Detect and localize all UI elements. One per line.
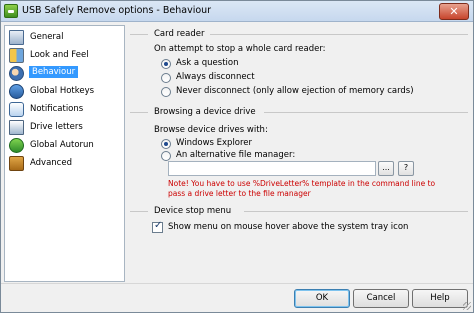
- radio-label: Never disconnect (only allow ejection of…: [176, 86, 414, 96]
- browsing-heading: Browsing a device drive: [154, 107, 262, 117]
- sidebar-item-behaviour[interactable]: Behaviour: [7, 65, 122, 82]
- hotkeys-icon: [9, 84, 24, 99]
- behaviour-icon: [9, 66, 24, 81]
- sidebar-item-look-and-feel[interactable]: Look and Feel: [7, 47, 122, 64]
- autorun-icon: [9, 138, 24, 153]
- look-and-feel-icon: [9, 48, 24, 63]
- drive-letter-note: Note! You have to use %DriveLetter% temp…: [168, 179, 436, 198]
- help-button[interactable]: Help: [412, 289, 468, 308]
- sidebar-item-global-autorun[interactable]: Global Autorun: [7, 137, 122, 154]
- drive-letters-icon: [9, 120, 24, 135]
- options-window: USB Safely Remove options - Behaviour ✕ …: [0, 0, 474, 313]
- advanced-icon: [9, 156, 24, 171]
- sidebar-item-global-hotkeys[interactable]: Global Hotkeys: [7, 83, 122, 100]
- notifications-icon: [9, 102, 24, 117]
- sidebar-item-label: Global Hotkeys: [30, 86, 95, 96]
- sidebar-item-label: Global Autorun: [30, 140, 94, 150]
- browsing-prompt: Browse device drives with:: [154, 125, 268, 135]
- sidebar-item-label: Look and Feel: [30, 50, 89, 60]
- divider: [210, 34, 468, 35]
- checkbox-label: Show menu on mouse hover above the syste…: [168, 222, 409, 232]
- radio-indicator[interactable]: [161, 151, 171, 161]
- checkbox-indicator[interactable]: ✓: [152, 220, 163, 233]
- divider: [244, 211, 468, 212]
- radio-indicator[interactable]: [161, 87, 171, 97]
- title-bar[interactable]: USB Safely Remove options - Behaviour ✕: [1, 1, 473, 22]
- radio-indicator[interactable]: [161, 59, 171, 69]
- browsing-group-header: Browsing a device drive: [130, 107, 468, 119]
- help-question-button[interactable]: ?: [398, 161, 414, 176]
- general-icon: [9, 30, 24, 45]
- window-title: USB Safely Remove options - Behaviour: [22, 5, 212, 16]
- resize-grip-icon[interactable]: [463, 302, 471, 310]
- sidebar-item-advanced[interactable]: Advanced: [7, 155, 122, 172]
- cancel-button[interactable]: Cancel: [353, 289, 409, 308]
- device-stop-menu-group-header: Device stop menu: [130, 206, 468, 218]
- sidebar-item-label: Advanced: [30, 158, 72, 168]
- device-stop-menu-heading: Device stop menu: [154, 206, 238, 216]
- check-mark-icon: ✓: [154, 220, 163, 231]
- ok-button[interactable]: OK: [294, 289, 350, 308]
- card-reader-prompt: On attempt to stop a whole card reader:: [154, 44, 326, 54]
- card-reader-group-header: Card reader: [130, 29, 468, 41]
- sidebar-item-label: Behaviour: [29, 66, 79, 78]
- divider: [264, 112, 468, 113]
- radio-label: An alternative file manager:: [176, 150, 296, 160]
- radio-always-disconnect[interactable]: Always disconnect: [161, 72, 341, 84]
- divider: [130, 112, 148, 113]
- radio-windows-explorer[interactable]: Windows Explorer: [161, 138, 341, 150]
- radio-label: Ask a question: [176, 58, 239, 68]
- sidebar-item-notifications[interactable]: Notifications: [7, 101, 122, 118]
- divider: [130, 34, 148, 35]
- radio-label: Always disconnect: [176, 72, 255, 82]
- show-menu-on-hover-checkbox[interactable]: ✓ Show menu on mouse hover above the sys…: [152, 220, 408, 234]
- radio-never-disconnect[interactable]: Never disconnect (only allow ejection of…: [161, 86, 461, 98]
- radio-label: Windows Explorer: [176, 138, 253, 148]
- sidebar: General Look and Feel Behaviour Global H…: [4, 25, 125, 282]
- radio-indicator[interactable]: [161, 139, 171, 149]
- sidebar-item-label: Drive letters: [30, 122, 83, 132]
- sidebar-item-label: General: [30, 32, 64, 42]
- sidebar-item-general[interactable]: General: [7, 29, 122, 46]
- divider: [130, 211, 148, 212]
- behaviour-panel: Card reader On attempt to stop a whole c…: [130, 25, 468, 282]
- usb-app-icon: [4, 4, 18, 18]
- card-reader-heading: Card reader: [154, 29, 211, 39]
- file-manager-path-input[interactable]: [168, 161, 376, 176]
- sidebar-item-drive-letters[interactable]: Drive letters: [7, 119, 122, 136]
- radio-ask-question[interactable]: Ask a question: [161, 58, 341, 70]
- sidebar-item-label: Notifications: [30, 104, 84, 114]
- divider: [1, 283, 473, 284]
- browse-button[interactable]: ...: [378, 161, 394, 176]
- radio-indicator[interactable]: [161, 73, 171, 83]
- close-button[interactable]: ✕: [439, 3, 469, 20]
